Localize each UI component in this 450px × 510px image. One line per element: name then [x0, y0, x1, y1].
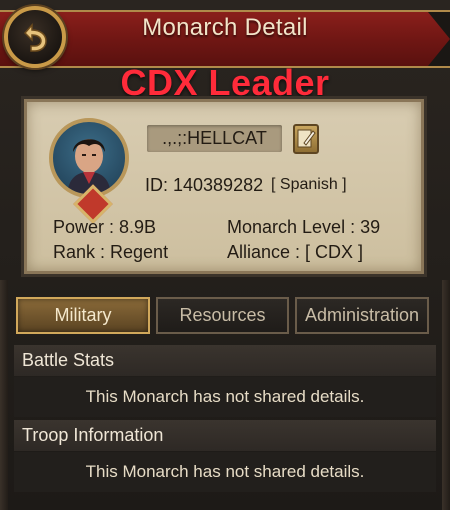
tab-administration[interactable]: Administration — [295, 297, 429, 334]
frame-left-border — [0, 280, 8, 510]
rank-stat: Rank : Regent — [53, 242, 169, 262]
alliance-stat: Alliance : [ CDX ] — [227, 242, 364, 262]
tab-resources[interactable]: Resources — [156, 297, 289, 334]
edit-name-button[interactable] — [293, 124, 319, 154]
page-title: Monarch Detail — [142, 14, 308, 41]
monarch-name: .,.;:HELLCAT — [147, 125, 282, 152]
monarch-portrait-icon — [67, 139, 111, 194]
profile-card: .,.;:HELLCAT ID: 140389282 [ Spanish ] P… — [24, 99, 424, 274]
monarch-id: ID: 140389282 — [145, 175, 264, 195]
section-battle-stats-body: This Monarch has not shared details. — [14, 377, 436, 417]
tab-military[interactable]: Military — [16, 297, 150, 334]
monarch-level: Monarch Level : 39 — [227, 217, 381, 237]
power-stat: Power : 8.9B — [53, 217, 157, 237]
frame-right-border — [442, 280, 450, 510]
monarch-language: [ Spanish ] — [271, 176, 347, 193]
overlay-caption: CDX Leader — [120, 62, 330, 103]
quill-edit-icon — [297, 129, 316, 148]
back-arrow-icon — [23, 23, 47, 52]
back-button[interactable] — [4, 6, 66, 68]
section-troop-info-body: This Monarch has not shared details. — [14, 452, 436, 492]
section-battle-stats-title: Battle Stats — [14, 345, 436, 376]
avatar[interactable] — [49, 118, 129, 198]
section-troop-info-title: Troop Information — [14, 420, 436, 451]
